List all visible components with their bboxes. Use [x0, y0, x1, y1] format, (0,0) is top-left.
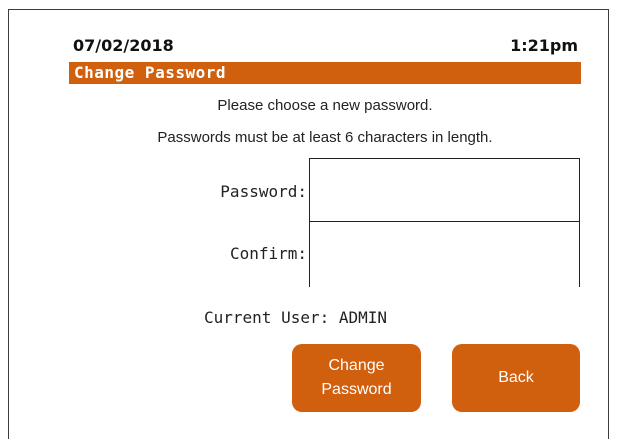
change-password-label-line2: Password: [321, 381, 392, 398]
confirm-label: Confirm:: [229, 244, 307, 263]
header-date: 07/02/2018: [73, 36, 174, 55]
change-password-button[interactable]: Change Password: [292, 344, 421, 412]
instruction-line-1: Please choose a new password.: [217, 97, 433, 114]
password-label: Password:: [220, 182, 307, 201]
page-title: Change Password: [74, 63, 226, 82]
back-button-label: Back: [498, 369, 534, 386]
confirm-field[interactable]: [309, 221, 580, 287]
title-bar: Change Password: [69, 62, 581, 84]
instruction-line-2: Passwords must be at least 6 characters …: [157, 129, 493, 146]
header-time: 1:21pm: [510, 36, 578, 55]
current-user-status: Current User: ADMIN: [204, 308, 388, 327]
back-button[interactable]: Back: [452, 344, 580, 412]
password-field[interactable]: [309, 158, 580, 223]
change-password-label-line1: Change: [328, 357, 385, 374]
